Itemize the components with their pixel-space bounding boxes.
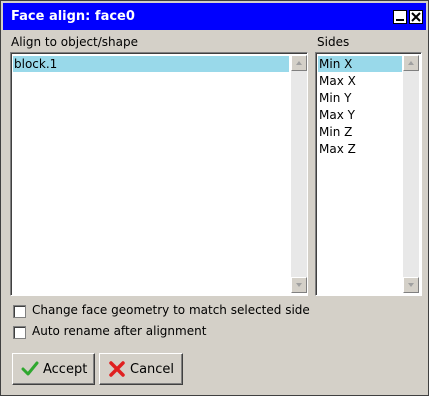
accept-button[interactable]: Accept: [12, 353, 95, 385]
scroll-up-button[interactable]: [403, 55, 419, 71]
auto-rename-label: Auto rename after alignment: [32, 324, 207, 338]
scroll-up-button[interactable]: [291, 55, 307, 71]
list-item[interactable]: Max Z: [318, 141, 402, 157]
cancel-button[interactable]: Cancel: [99, 353, 183, 385]
list-item[interactable]: Max Y: [318, 107, 402, 123]
list-item[interactable]: Min X: [318, 56, 402, 72]
window-title: Face align: face0: [11, 9, 135, 24]
close-icon[interactable]: [409, 10, 423, 24]
cancel-label: Cancel: [130, 362, 175, 377]
list-item[interactable]: block.1: [13, 56, 289, 72]
list-item[interactable]: Max X: [318, 73, 402, 89]
sides-label: Sides: [317, 35, 350, 49]
check-mark-icon: [21, 361, 39, 380]
scroll-down-button[interactable]: [291, 277, 307, 293]
list-item[interactable]: Min Y: [318, 90, 402, 106]
red-x-icon: [108, 361, 126, 380]
list-item[interactable]: Min Z: [318, 124, 402, 140]
face-align-dialog: Face align: face0 Align to object/shape …: [0, 0, 429, 396]
sides-list[interactable]: Min X Max X Min Y Max Y Min Z Max Z: [315, 52, 422, 296]
title-bar[interactable]: Face align: face0: [3, 3, 426, 30]
change-geometry-checkbox[interactable]: [13, 305, 26, 318]
objects-list[interactable]: block.1: [10, 52, 308, 296]
scroll-down-button[interactable]: [403, 277, 419, 293]
objects-label: Align to object/shape: [11, 35, 139, 49]
minimize-icon[interactable]: [393, 10, 407, 24]
objects-scrollbar[interactable]: [291, 55, 307, 293]
accept-label: Accept: [43, 362, 88, 377]
sides-scrollbar[interactable]: [403, 55, 419, 293]
change-geometry-label: Change face geometry to match selected s…: [32, 303, 310, 317]
auto-rename-checkbox[interactable]: [13, 326, 26, 339]
